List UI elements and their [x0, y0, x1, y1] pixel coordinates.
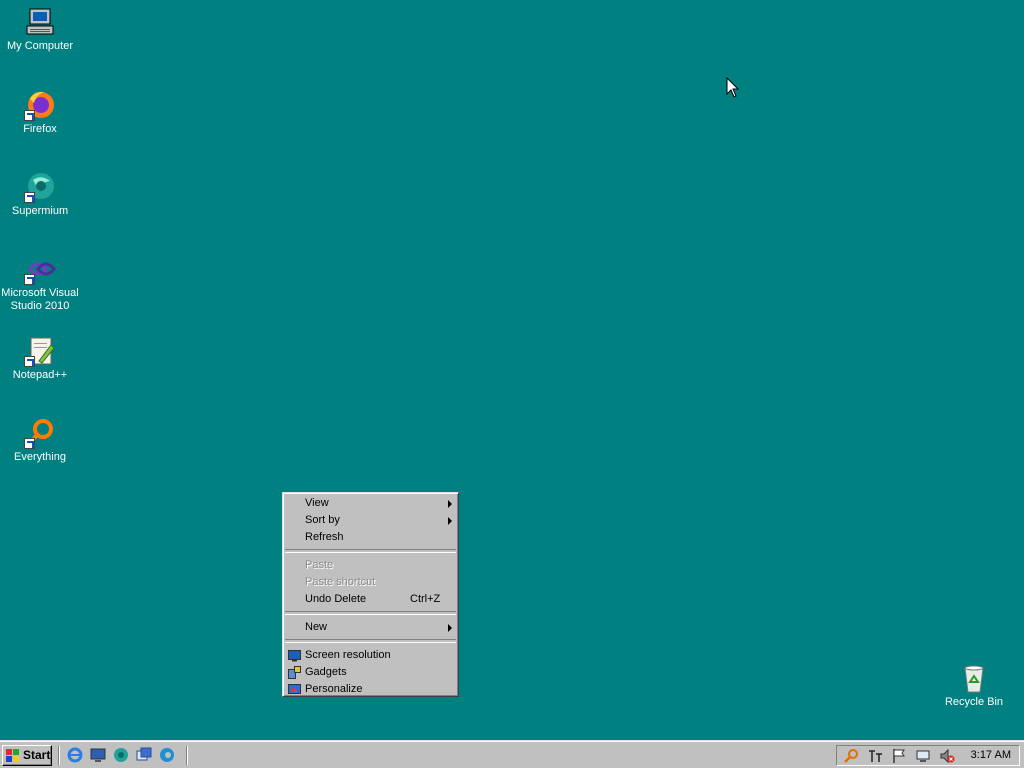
screen-resolution-icon — [288, 650, 301, 662]
desktop-icon-recycle-bin[interactable]: Recycle Bin — [934, 662, 1014, 709]
menu-item-paste: Paste — [283, 557, 458, 574]
menu-item-undo-delete[interactable]: Undo Delete Ctrl+Z — [283, 591, 458, 608]
supermium-icon[interactable] — [113, 747, 129, 763]
show-desktop-icon[interactable] — [90, 747, 106, 763]
menu-item-label: Paste shortcut — [305, 576, 376, 588]
menu-separator — [285, 549, 456, 553]
menu-separator — [285, 639, 456, 643]
desktop-icon-label: My Computer — [6, 40, 74, 52]
menu-item-refresh[interactable]: Refresh — [283, 529, 458, 546]
visual-studio-icon — [24, 253, 56, 285]
notepad-plus-plus-icon — [24, 335, 56, 367]
menu-item-gadgets[interactable]: Gadgets — [283, 664, 458, 681]
desktop-icon-supermium[interactable]: Supermium — [0, 171, 80, 218]
mouse-pointer-icon — [726, 77, 740, 98]
menu-item-label: Undo Delete — [305, 593, 367, 605]
recycle-bin-icon — [958, 662, 990, 694]
desktop-icon-label: Everything — [14, 451, 66, 463]
shortcut-arrow-icon — [24, 438, 35, 449]
desktop-icon-my-computer[interactable]: My Computer — [0, 6, 80, 53]
volume-muted-icon[interactable] — [939, 748, 955, 764]
menu-item-view[interactable]: View — [283, 495, 458, 512]
windows-logo-icon — [6, 749, 19, 762]
menu-separator — [285, 611, 456, 615]
menu-item-label: Screen resolution — [305, 649, 391, 661]
firefox-icon — [24, 89, 56, 121]
internet-explorer-icon[interactable] — [67, 747, 83, 763]
menu-item-label: Paste — [305, 559, 334, 571]
menu-item-screen-resolution[interactable]: Screen resolution — [283, 647, 458, 664]
desktop-icon-firefox[interactable]: Firefox — [0, 89, 80, 136]
desktop-icon-notepad-plus-plus[interactable]: Notepad++ — [0, 335, 80, 382]
menu-item-label: Personalize — [305, 683, 363, 695]
my-computer-icon — [24, 6, 56, 38]
taskbar: Start 3:17 AM — [0, 740, 1024, 768]
shortcut-arrow-icon — [24, 356, 35, 367]
supermium-icon — [24, 171, 56, 203]
taskbar-divider — [58, 746, 60, 765]
system-tray: 3:17 AM — [836, 745, 1020, 766]
input-method-icon[interactable] — [867, 748, 883, 764]
menu-item-new[interactable]: New — [283, 619, 458, 636]
personalize-icon — [288, 684, 301, 694]
desktop-icon-everything[interactable]: Everything — [0, 417, 80, 464]
menu-item-sort-by[interactable]: Sort by — [283, 512, 458, 529]
start-label: Start — [23, 748, 51, 762]
network-icon[interactable] — [915, 748, 931, 764]
menu-item-personalize[interactable]: Personalize — [283, 681, 458, 698]
menu-item-label: Sort by — [305, 514, 340, 526]
start-button[interactable]: Start — [2, 745, 52, 766]
action-center-flag-icon[interactable] — [891, 748, 907, 764]
menu-item-paste-shortcut: Paste shortcut — [283, 574, 458, 591]
gadgets-icon — [288, 666, 301, 679]
search-icon[interactable] — [843, 748, 859, 764]
submenu-arrow-icon — [448, 500, 452, 508]
shortcut-arrow-icon — [24, 274, 35, 285]
menu-item-shortcut: Ctrl+Z — [410, 593, 441, 605]
menu-item-label: View — [305, 497, 329, 509]
menu-item-label: Refresh — [305, 531, 344, 543]
menu-item-label: Gadgets — [305, 666, 347, 678]
shortcut-arrow-icon — [24, 192, 35, 203]
everything-search-icon — [24, 417, 56, 449]
desktop-icon-label: Microsoft Visual Studio 2010 — [1, 287, 79, 312]
clock[interactable]: 3:17 AM — [971, 746, 1011, 765]
desktop-icon-label: Firefox — [23, 123, 57, 135]
desktop-icon-label: Supermium — [11, 205, 69, 217]
switch-windows-icon[interactable] — [136, 747, 152, 763]
submenu-arrow-icon — [448, 517, 452, 525]
edge-icon[interactable] — [159, 747, 175, 763]
menu-item-label: New — [305, 621, 328, 633]
shortcut-arrow-icon — [24, 110, 35, 121]
desktop-icon-label: Notepad++ — [12, 369, 68, 381]
desktop-context-menu: View Sort by Refresh Paste Paste shortcu… — [282, 492, 459, 697]
taskbar-divider — [186, 746, 188, 765]
desktop-icon-visual-studio[interactable]: Microsoft Visual Studio 2010 — [0, 253, 80, 313]
submenu-arrow-icon — [448, 624, 452, 632]
desktop-icon-label: Recycle Bin — [944, 696, 1004, 708]
